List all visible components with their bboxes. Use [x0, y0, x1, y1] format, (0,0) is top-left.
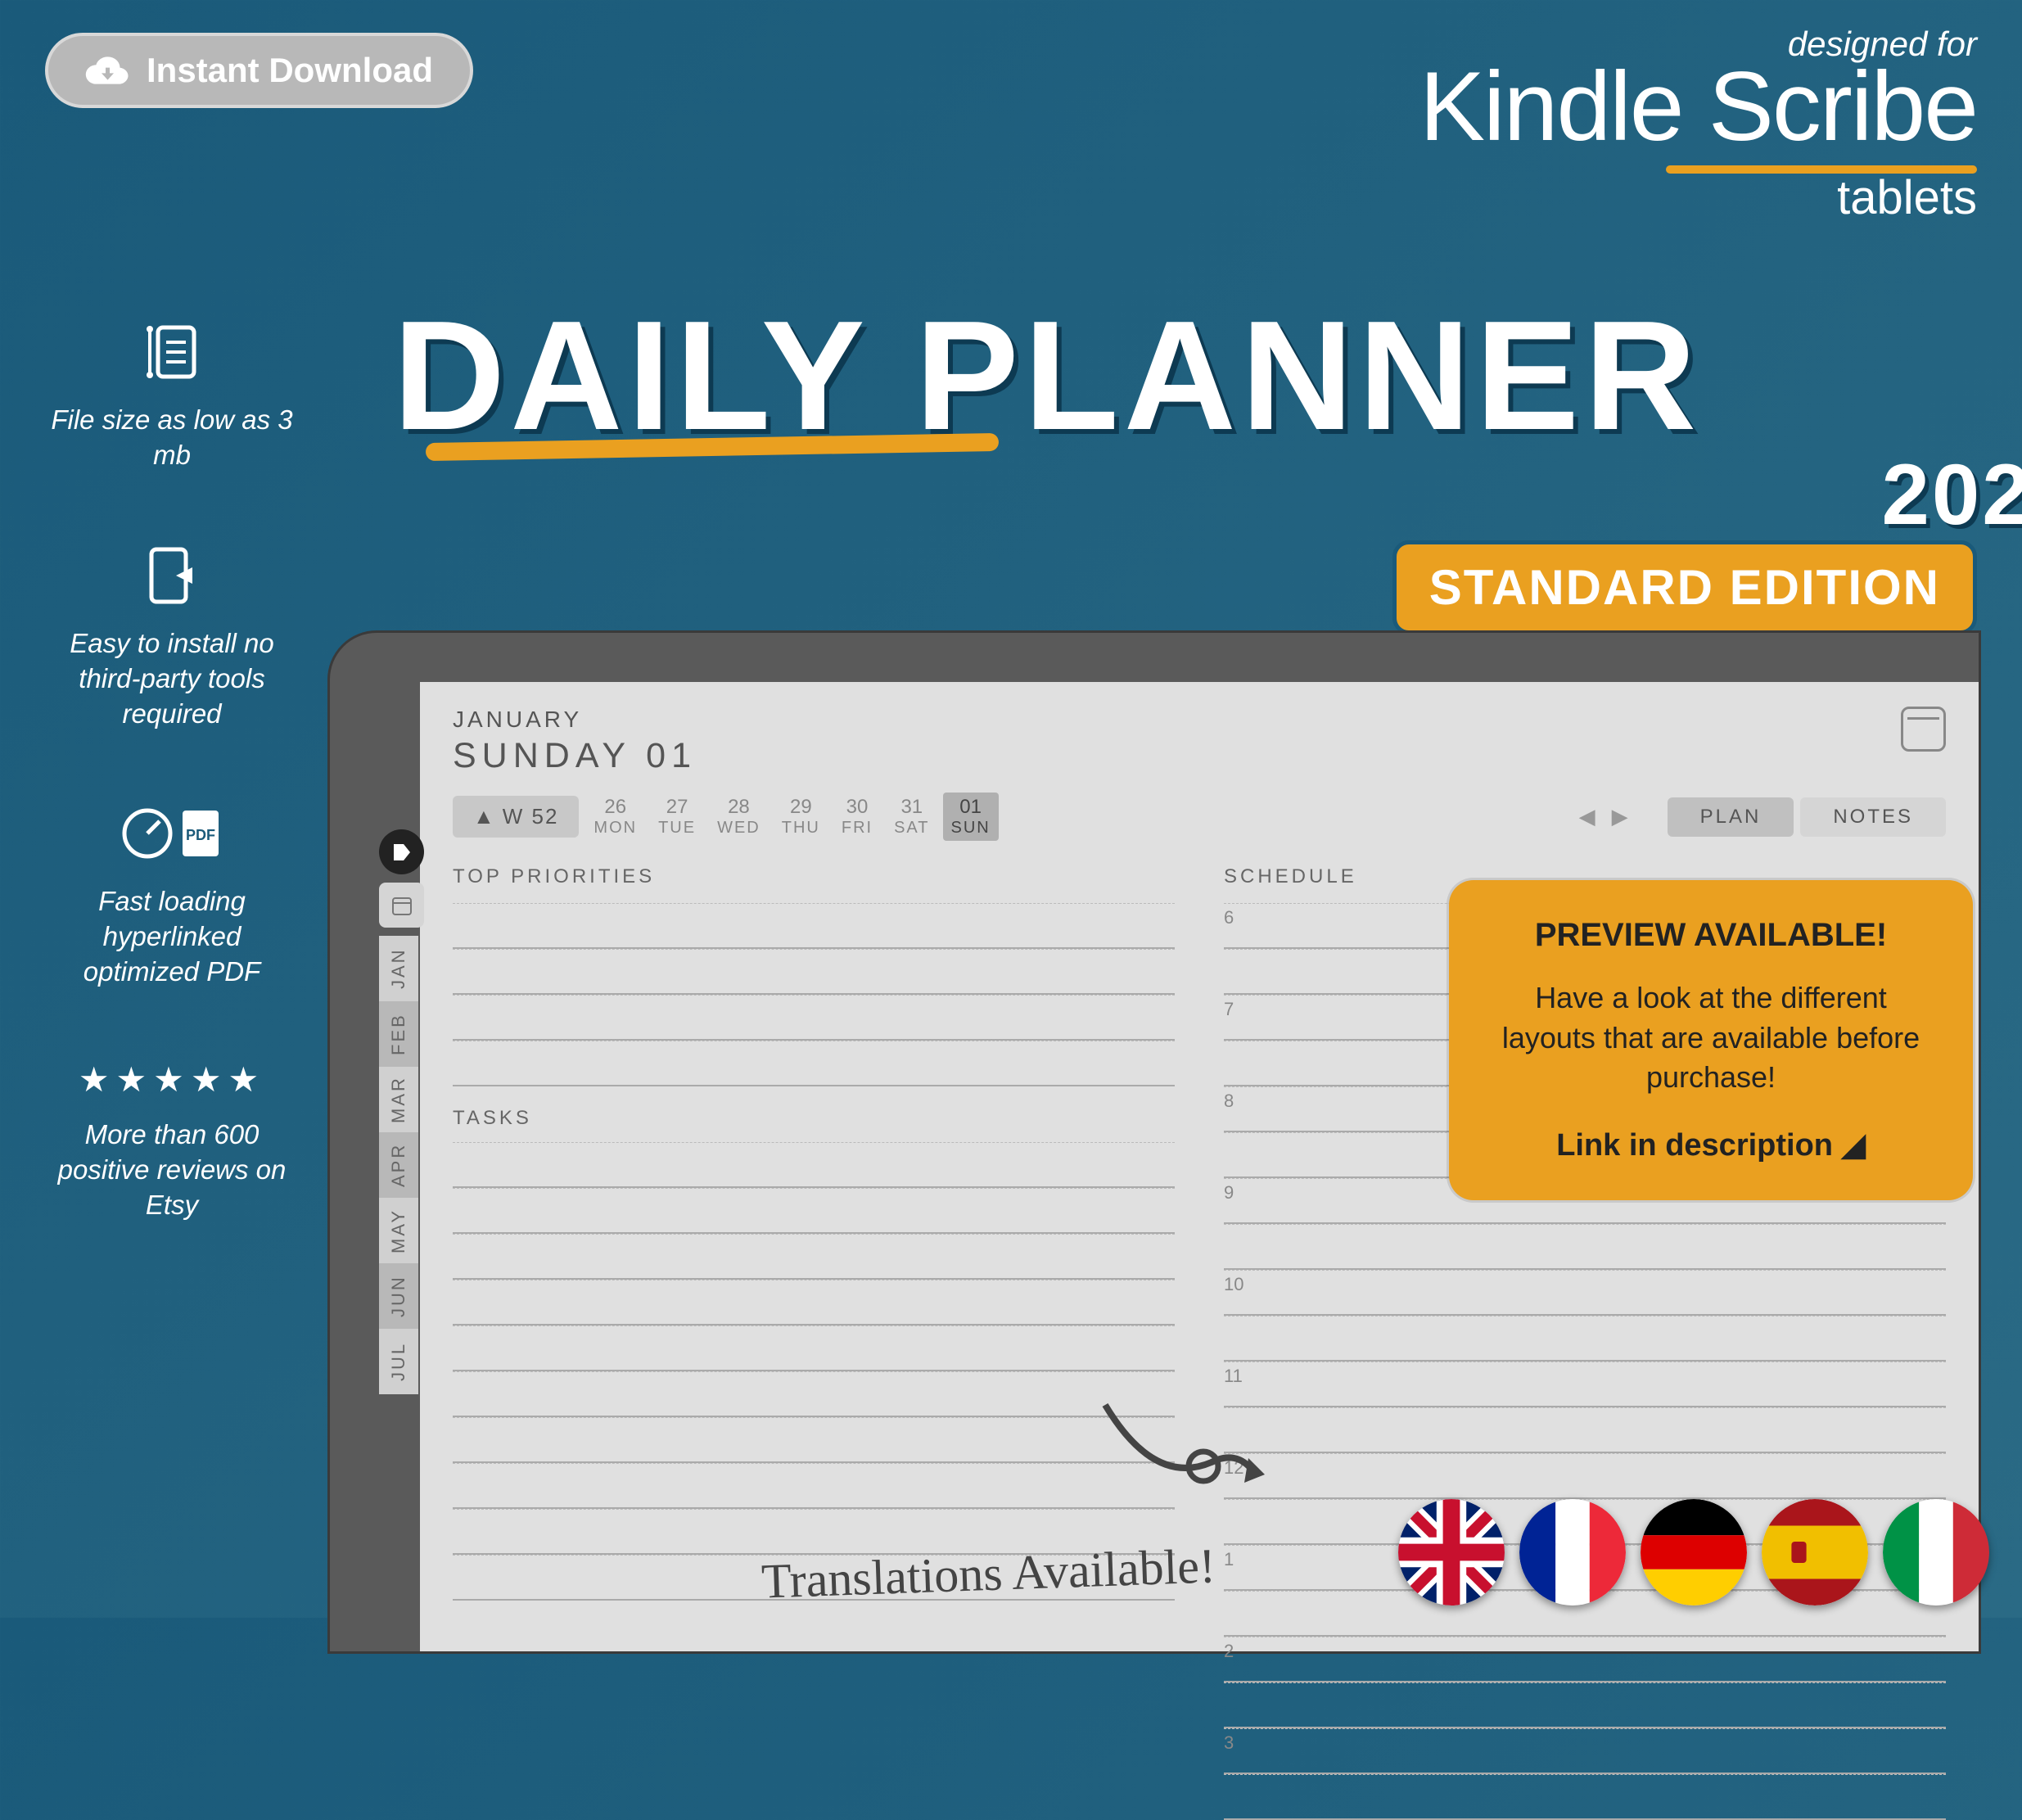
- notes-tab[interactable]: NOTES: [1800, 797, 1946, 837]
- install-icon: [143, 543, 201, 608]
- priorities-column: TOP PRIORITIES TASKS: [453, 865, 1175, 1820]
- main-title: DAILY PLANNER: [393, 287, 1701, 465]
- weekday-cell[interactable]: 01SUN: [943, 793, 999, 841]
- weekday-cell[interactable]: 30FRI: [833, 793, 881, 841]
- instant-download-text: Instant Download: [147, 51, 433, 90]
- feature-reviews: ★★★★★ More than 600 positive reviews on …: [49, 1059, 295, 1223]
- speed-pdf-icon: PDF: [119, 801, 225, 866]
- feature-text: File size as low as 3 mb: [49, 403, 295, 473]
- feature-pdf: PDF Fast loading hyperlinked optimized P…: [49, 801, 295, 990]
- week-number-button[interactable]: ▲ W 52: [453, 796, 579, 838]
- plan-tab[interactable]: PLAN: [1668, 797, 1794, 837]
- schedule-row: 12: [1224, 1453, 1946, 1499]
- weekday-cell[interactable]: 28WED: [709, 793, 769, 841]
- nav-arrows: ◀ ▶: [1579, 804, 1628, 829]
- svg-text:PDF: PDF: [186, 827, 215, 843]
- weekday-cell[interactable]: 31SAT: [886, 793, 937, 841]
- title-block: DAILY PLANNER 2024 + 2025: [393, 287, 1701, 465]
- month-tab[interactable]: FEB: [379, 1001, 418, 1067]
- header-brand: designed for Kindle Scribe tablets: [1419, 25, 1977, 225]
- star-rating-icon: ★★★★★: [79, 1059, 265, 1100]
- month-tab[interactable]: MAR: [379, 1067, 418, 1132]
- flag-es-icon: [1762, 1499, 1868, 1605]
- feature-text: Easy to install no third-party tools req…: [49, 626, 295, 732]
- feature-text: More than 600 positive reviews on Etsy: [49, 1118, 295, 1223]
- callout-link[interactable]: Link in description: [1490, 1127, 1932, 1163]
- schedule-row: 3: [1224, 1728, 1946, 1774]
- cloud-download-icon: [85, 54, 130, 87]
- file-size-icon: [143, 319, 201, 385]
- month-label: JANUARY: [453, 707, 697, 733]
- weekday-list: 26MON27TUE28WED29THU30FRI31SAT01SUN: [585, 793, 998, 841]
- month-tab[interactable]: APR: [379, 1132, 418, 1198]
- weekday-cell[interactable]: 27TUE: [650, 793, 704, 841]
- calendar-small-icon[interactable]: [379, 883, 424, 928]
- next-arrow-icon[interactable]: ▶: [1612, 804, 1628, 829]
- flag-uk-icon: [1398, 1499, 1505, 1605]
- device-label: tablets: [1419, 170, 1977, 225]
- arrow-curve-icon: [1089, 1389, 1293, 1520]
- callout-body: Have a look at the different layouts tha…: [1490, 978, 1932, 1098]
- feature-text: Fast loading hyperlinked optimized PDF: [49, 884, 295, 990]
- weekday-cell[interactable]: 26MON: [585, 793, 645, 841]
- tasks-header: TASKS: [453, 1107, 1175, 1130]
- features-sidebar: File size as low as 3 mb Easy to install…: [49, 319, 295, 1223]
- prev-arrow-icon[interactable]: ◀: [1579, 804, 1595, 829]
- month-tab[interactable]: JAN: [379, 936, 418, 1001]
- month-tabs: JANFEBMARAPRMAYJUNJUL: [379, 936, 424, 1394]
- schedule-row: 11: [1224, 1362, 1946, 1407]
- priorities-header: TOP PRIORITIES: [453, 865, 1175, 888]
- calendar-icon[interactable]: [1901, 707, 1946, 752]
- schedule-row: 2: [1224, 1637, 1946, 1682]
- day-label: SUNDAY 01: [453, 736, 697, 776]
- feature-install: Easy to install no third-party tools req…: [49, 543, 295, 732]
- flag-it-icon: [1883, 1499, 1989, 1605]
- flag-list: [1398, 1499, 1989, 1605]
- month-tab[interactable]: JUN: [379, 1263, 418, 1329]
- feature-filesize: File size as low as 3 mb: [49, 319, 295, 473]
- month-tab[interactable]: JUL: [379, 1329, 418, 1394]
- callout-title: PREVIEW AVAILABLE!: [1490, 917, 1932, 954]
- brand-name: Kindle Scribe: [1419, 57, 1977, 156]
- tag-icon[interactable]: [379, 829, 424, 874]
- instant-download-badge: Instant Download: [45, 33, 473, 108]
- preview-callout: PREVIEW AVAILABLE! Have a look at the di…: [1449, 880, 1973, 1200]
- years-subtitle: 2024 + 2025: [1881, 446, 2022, 544]
- flag-fr-icon: [1519, 1499, 1626, 1605]
- week-bar: ▲ W 52 26MON27TUE28WED29THU30FRI31SAT01S…: [453, 793, 1946, 841]
- month-tab[interactable]: MAY: [379, 1198, 418, 1263]
- edition-badge: STANDARD EDITION: [1392, 540, 1977, 635]
- weekday-cell[interactable]: 29THU: [774, 793, 828, 841]
- flag-de-icon: [1641, 1499, 1747, 1605]
- screen-side-buttons: JANFEBMARAPRMAYJUNJUL: [379, 829, 424, 1394]
- schedule-row: 10: [1224, 1270, 1946, 1316]
